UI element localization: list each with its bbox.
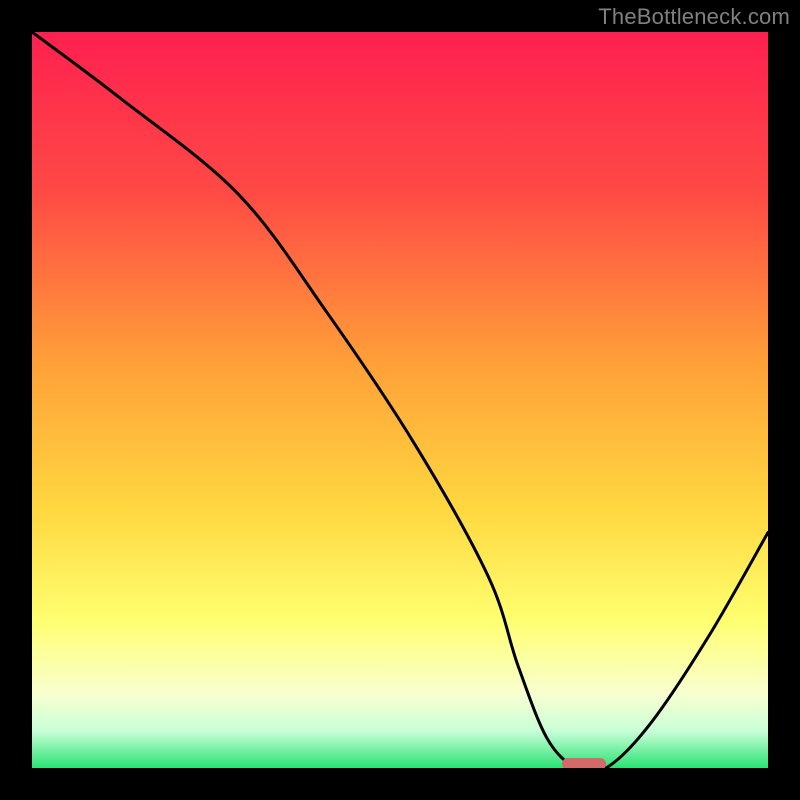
chart-container: TheBottleneck.com xyxy=(0,0,800,800)
bottleneck-chart-svg xyxy=(0,0,800,800)
watermark-text: TheBottleneck.com xyxy=(598,4,790,30)
plot-gradient-background xyxy=(32,32,768,768)
